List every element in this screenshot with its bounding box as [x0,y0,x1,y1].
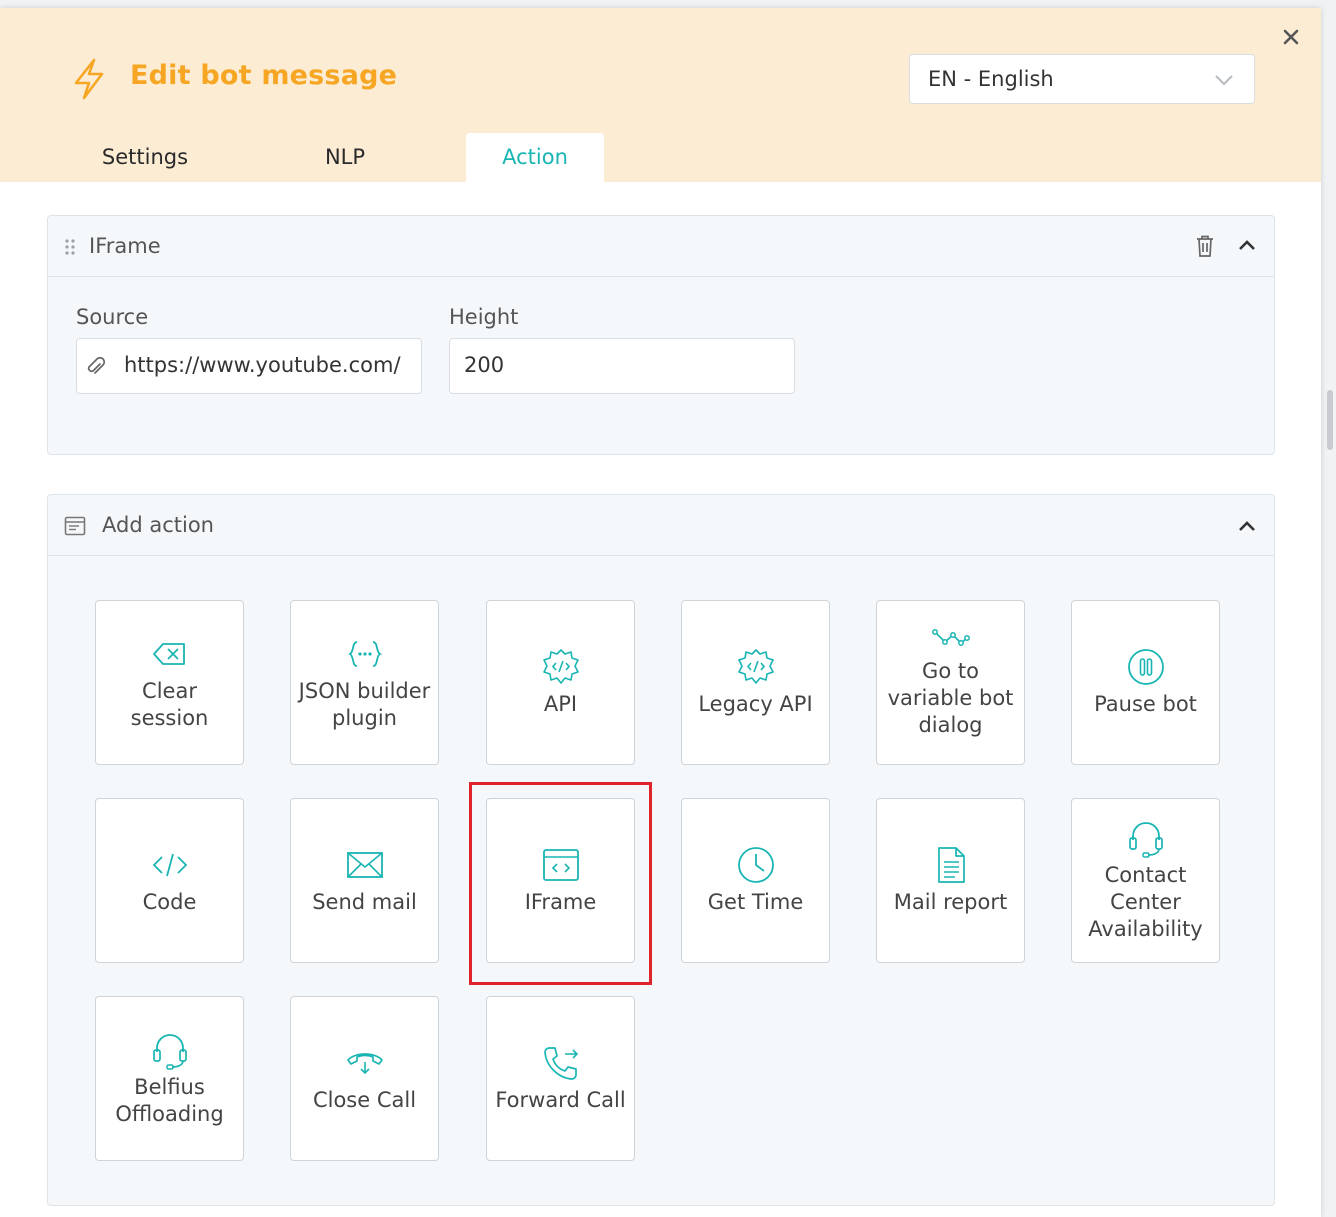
window-icon [64,516,86,536]
tab-settings-label: Settings [101,145,189,169]
action-label: Mail report [893,890,1008,914]
action-label: Contact Center Availability [1088,863,1203,941]
iframe-panel-title: IFrame [89,234,161,258]
action-label: Send mail [312,890,417,914]
action-legacy-api[interactable]: Legacy API [681,600,830,765]
add-action-title: Add action [102,513,214,537]
modal-header: Edit bot message EN - English Settings N… [0,8,1321,182]
pause-icon [1127,649,1164,685]
chevron-up-icon[interactable] [1237,519,1257,533]
action-close-call[interactable]: Close Call [290,996,439,1161]
action-forward-call[interactable]: Forward Call [486,996,635,1161]
chevron-up-icon[interactable] [1237,238,1257,252]
tab-nlp-label: NLP [324,145,366,169]
document-icon [937,847,965,883]
paperclip-icon [87,356,106,374]
code-icon [152,853,187,877]
source-input[interactable]: https://www.youtube.com/ [76,338,422,394]
action-label: IFrame [524,890,597,914]
action-clear-session[interactable]: Clear session [95,600,244,765]
language-select[interactable]: EN - English [909,54,1255,104]
scrollbar[interactable] [1327,390,1333,450]
action-label: Code [142,890,197,914]
action-label: Forward Call [495,1088,626,1112]
envelope-icon [346,852,383,878]
language-select-value: EN - English [928,67,1054,91]
height-input-value: 200 [464,353,505,377]
action-json-builder-plugin[interactable]: JSON builder plugin [290,600,439,765]
source-input-value: https://www.youtube.com/ [124,353,401,377]
action-belfius-offloading[interactable]: Belfius Offloading [95,996,244,1161]
tab-settings[interactable]: Settings [70,133,220,182]
add-action-header: Add action [48,495,1274,556]
clock-icon [737,847,774,883]
backspace-icon [152,642,185,665]
headset-icon [152,1033,187,1070]
action-label: API [543,692,578,716]
source-label: Source [76,305,149,329]
iframe-panel-header: IFrame [48,216,1274,277]
action-label: JSON builder plugin [298,678,431,730]
headset-icon [1128,822,1163,858]
action-api[interactable]: API [486,600,635,765]
action-pause-bot[interactable]: Pause bot [1071,600,1220,765]
action-label: Belfius Offloading [115,1074,224,1126]
action-mail-report[interactable]: Mail report [876,798,1025,963]
height-input[interactable]: 200 [449,338,795,394]
action-label: Close Call [312,1088,417,1112]
tab-action-label: Action [502,145,568,169]
height-label: Height [449,305,519,329]
action-label: Legacy API [698,692,813,716]
phone-forward-icon [543,1047,578,1080]
tab-nlp[interactable]: NLP [275,133,415,182]
action-get-time[interactable]: Get Time [681,798,830,963]
drag-handle-icon[interactable] [64,238,76,256]
code-gear-icon [737,649,774,684]
action-contact-center-availability[interactable]: Contact Center Availability [1071,798,1220,963]
action-label: Clear session [130,678,209,730]
route-icon [931,629,970,646]
action-label: Pause bot [1094,692,1197,716]
lightning-icon [74,58,104,100]
action-label: Go to variable bot dialog [887,659,1014,737]
action-send-mail[interactable]: Send mail [290,798,439,963]
code-gear-icon [542,649,579,684]
action-iframe[interactable]: IFrame [486,798,635,963]
action-code[interactable]: Code [95,798,244,963]
modal-title: Edit bot message [130,60,398,91]
browser-code-icon [542,849,579,881]
chevron-down-icon [1215,75,1233,86]
close-icon[interactable] [1280,26,1302,48]
trash-icon[interactable] [1195,234,1215,258]
hang-up-icon [346,1053,383,1075]
action-label: Get Time [707,890,804,914]
edit-bot-message-modal: Edit bot message EN - English Settings N… [0,8,1321,1217]
tab-action[interactable]: Action [466,133,604,182]
curly-braces-icon [347,640,382,667]
action-go-to-variable-bot-dialog[interactable]: Go to variable bot dialog [876,600,1025,765]
iframe-panel: IFrame Source https://www.youtube.com/ H… [47,215,1275,455]
